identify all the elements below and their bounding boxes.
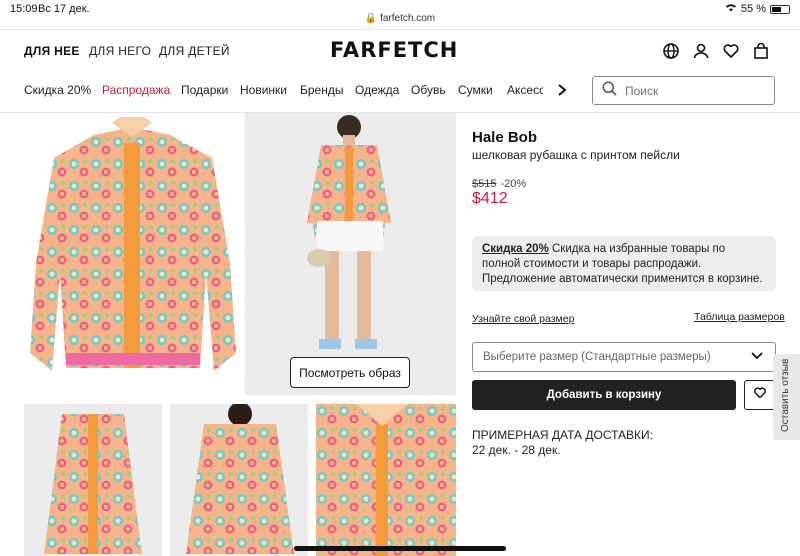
product-thumb-1[interactable] — [24, 404, 162, 556]
promo-banner: Скидка 20% Скидка на избранные товары по… — [472, 236, 776, 291]
feedback-tab[interactable]: Оставить отзыв — [773, 354, 800, 440]
site-header: ДЛЯ НЕЕ ДЛЯ НЕГО ДЛЯ ДЕТЕЙ FARFETCH — [0, 30, 800, 74]
size-chart-link[interactable]: Таблица размеров — [694, 311, 785, 323]
bag-icon[interactable] — [752, 42, 770, 60]
farfetch-logo[interactable]: FARFETCH — [330, 38, 458, 62]
size-select-value: Выберите размер (Стандартные размеры) — [483, 351, 711, 363]
gender-men-tab[interactable]: ДЛЯ НЕГО — [89, 44, 151, 58]
search-input[interactable] — [625, 83, 765, 98]
nav-item-accessories[interactable]: Аксессуары — [507, 83, 543, 97]
heart-icon — [753, 386, 767, 404]
product-name: шелковая рубашка с принтом пейсли — [472, 148, 680, 162]
product-thumb-3[interactable] — [316, 404, 456, 556]
shirt-front-image — [30, 117, 236, 371]
old-price-row: $515 -20% — [472, 178, 526, 190]
delivery-title: ПРИМЕРНАЯ ДАТА ДОСТАВКИ: — [472, 428, 654, 442]
gender-women-tab[interactable]: ДЛЯ НЕЕ — [24, 44, 80, 58]
add-to-cart-button[interactable]: Добавить в корзину — [472, 380, 736, 410]
nav-item-shoes[interactable]: Обувь — [411, 83, 446, 97]
nav-item-brands[interactable]: Бренды — [300, 83, 343, 97]
find-size-link[interactable]: Узнайте свой размер — [472, 313, 574, 325]
nav-item-clothing[interactable]: Одежда — [355, 83, 399, 97]
model-look-image — [307, 115, 391, 349]
address-bar[interactable]: 🔒 farfetch.com — [0, 13, 800, 27]
nav-item-new[interactable]: Новинки — [240, 83, 287, 97]
user-icon[interactable] — [692, 42, 710, 60]
lock-icon: 🔒 — [364, 13, 378, 24]
heart-icon[interactable] — [722, 42, 740, 60]
view-look-button[interactable]: Посмотреть образ — [290, 357, 410, 388]
thumb-image-1 — [44, 414, 142, 554]
thumb-image-2 — [186, 404, 294, 554]
home-indicator[interactable] — [294, 546, 506, 551]
nav-item-discount[interactable]: Скидка 20% — [24, 83, 91, 97]
search-icon — [602, 81, 617, 101]
product-thumb-2[interactable] — [170, 404, 308, 556]
feedback-label: Оставить отзыв — [780, 358, 791, 432]
nav-item-bags[interactable]: Сумки — [458, 83, 493, 97]
sale-price: $412 — [472, 190, 508, 207]
old-price: $515 — [472, 178, 497, 190]
product-image-model[interactable] — [245, 113, 456, 395]
wishlist-button[interactable] — [744, 380, 776, 410]
size-select[interactable]: Выберите размер (Стандартные размеры) — [472, 342, 776, 372]
nav-item-sale[interactable]: Распродажа — [102, 83, 170, 97]
thumb-image-3 — [316, 404, 456, 556]
product-brand[interactable]: Hale Bob — [472, 129, 537, 146]
address-url: farfetch.com — [380, 13, 436, 24]
nav-item-gifts[interactable]: Подарки — [181, 83, 228, 97]
chevron-right-icon[interactable] — [557, 83, 567, 102]
globe-icon[interactable] — [662, 42, 680, 60]
chevron-down-icon — [751, 351, 763, 364]
discount-badge: -20% — [500, 178, 527, 190]
promo-link[interactable]: Скидка 20% — [482, 243, 549, 255]
delivery-dates: 22 дек. - 28 дек. — [472, 443, 561, 457]
product-image-main[interactable] — [24, 113, 241, 395]
gender-kids-tab[interactable]: ДЛЯ ДЕТЕЙ — [159, 44, 230, 58]
search-box[interactable] — [592, 76, 775, 105]
